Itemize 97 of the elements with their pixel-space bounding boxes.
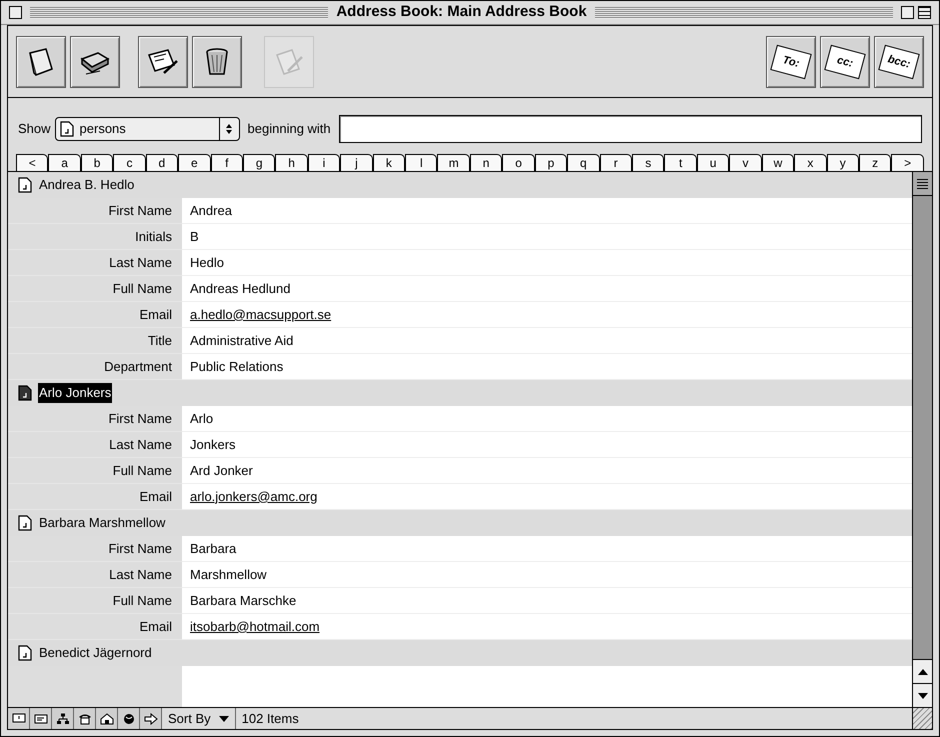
info-icon[interactable] (8, 708, 30, 729)
down-arrow-icon (918, 692, 928, 698)
scroll-up-button[interactable] (913, 659, 932, 683)
letter-tab[interactable]: u (696, 154, 730, 171)
address-field-button[interactable]: cc: (820, 36, 870, 88)
letter-tab[interactable]: o (502, 154, 535, 171)
scrollbar[interactable] (912, 172, 932, 707)
field-value: Barbara Marschke (190, 592, 296, 610)
letter-tab[interactable]: < (16, 154, 48, 171)
address-field-button[interactable]: To: (766, 36, 816, 88)
contact-name: Benedict Jägernord (38, 644, 153, 662)
letter-tab[interactable]: m (437, 154, 470, 171)
collapse-box[interactable] (918, 6, 932, 19)
field-value: Ard Jonker (190, 462, 253, 480)
field-label: First Name (108, 202, 172, 220)
contact-name: Andrea B. Hedlo (38, 176, 136, 194)
up-arrow-icon (918, 668, 928, 674)
network-icon[interactable] (52, 708, 74, 729)
letter-tab[interactable]: d (146, 154, 178, 171)
letter-tab[interactable]: l (405, 154, 438, 171)
field-value: Arlo (190, 410, 214, 428)
field-label: Full Name (112, 462, 172, 480)
field-value: Marshmellow (190, 566, 267, 584)
field-value: Andreas Hedlund (190, 280, 290, 298)
scroll-down-button[interactable] (913, 683, 932, 707)
field-value: Jonkers (190, 436, 236, 454)
field-label: First Name (108, 540, 172, 558)
zoom-box[interactable] (901, 6, 914, 19)
toolbar-button[interactable] (192, 36, 242, 88)
field-label: Email (139, 618, 172, 636)
field-label: Email (139, 488, 172, 506)
toolbar-button[interactable] (70, 36, 120, 88)
letter-tab[interactable]: y (826, 154, 859, 171)
field-label: Email (139, 306, 172, 324)
letter-tab[interactable]: z (858, 154, 892, 171)
field-value: Hedlo (190, 254, 224, 272)
letter-tab[interactable]: i (308, 154, 340, 171)
field-value: Public Relations (190, 358, 284, 376)
field-label: Full Name (112, 280, 172, 298)
card-icon (18, 177, 32, 193)
resize-grip-icon[interactable] (912, 708, 932, 729)
letter-tab[interactable]: > (891, 154, 924, 171)
home-icon[interactable] (96, 708, 118, 729)
email-link[interactable]: arlo.jonkers@amc.org (190, 486, 318, 506)
letter-tab[interactable]: w (762, 154, 794, 171)
letter-tab[interactable]: a (48, 154, 81, 171)
letter-tab[interactable]: q (567, 154, 600, 171)
field-label: Initials (135, 228, 172, 246)
letter-tab[interactable]: v (729, 154, 762, 171)
toolbar-button[interactable] (138, 36, 188, 88)
card-icon[interactable] (30, 708, 52, 729)
dropdown-value: persons (80, 120, 127, 138)
item-count: 102 Items (240, 710, 300, 728)
field-label: Full Name (112, 592, 172, 610)
letter-tab[interactable]: k (372, 154, 406, 171)
field-label: First Name (108, 410, 172, 428)
field-label: Last Name (109, 436, 172, 454)
letter-tab[interactable]: r (600, 154, 632, 171)
field-value: Barbara (190, 540, 236, 558)
letter-tab[interactable]: e (178, 154, 211, 171)
letter-tab[interactable]: j (340, 154, 373, 171)
letter-tab[interactable]: s (632, 154, 664, 171)
card-icon (18, 515, 32, 531)
card-icon (60, 121, 74, 137)
field-value: Administrative Aid (190, 332, 294, 350)
letter-tab[interactable]: t (664, 154, 697, 171)
dropdown-triangle-icon (218, 716, 229, 722)
email-link[interactable]: a.hedlo@macsupport.se (190, 304, 332, 324)
close-box[interactable] (9, 6, 22, 19)
letter-tab[interactable]: c (113, 154, 146, 171)
letter-tab[interactable]: h (275, 154, 308, 171)
contact-name: Barbara Marshmellow (38, 514, 166, 532)
toolbar-button[interactable] (16, 36, 66, 88)
field-label: Department (104, 358, 172, 376)
beginning-label: beginning with (248, 120, 331, 138)
window-title: Address Book: Main Address Book (336, 2, 587, 22)
sort-by-button[interactable]: Sort By (162, 708, 236, 729)
email-link[interactable]: itsobarb@hotmail.com (190, 616, 320, 636)
show-dropdown[interactable]: persons (54, 117, 240, 141)
field-value: B (190, 228, 199, 246)
letter-tab[interactable]: x (794, 154, 827, 171)
field-label: Last Name (109, 254, 172, 272)
address-field-button[interactable]: bcc: (874, 36, 924, 88)
card-icon (18, 385, 32, 401)
letter-tab[interactable]: g (242, 154, 276, 171)
search-field[interactable] (338, 115, 922, 143)
card-icon (18, 645, 32, 661)
contact-name: Arlo Jonkers (38, 383, 112, 403)
show-label: Show (18, 120, 51, 138)
letter-tab[interactable]: n (470, 154, 502, 171)
letter-tab[interactable]: b (80, 154, 114, 171)
field-label: Last Name (109, 566, 172, 584)
scroll-thumb[interactable] (913, 172, 932, 196)
letter-tab[interactable]: f (210, 154, 243, 171)
letter-tab[interactable]: p (534, 154, 568, 171)
field-value: Andrea (190, 202, 232, 220)
field-label: Title (148, 332, 172, 350)
